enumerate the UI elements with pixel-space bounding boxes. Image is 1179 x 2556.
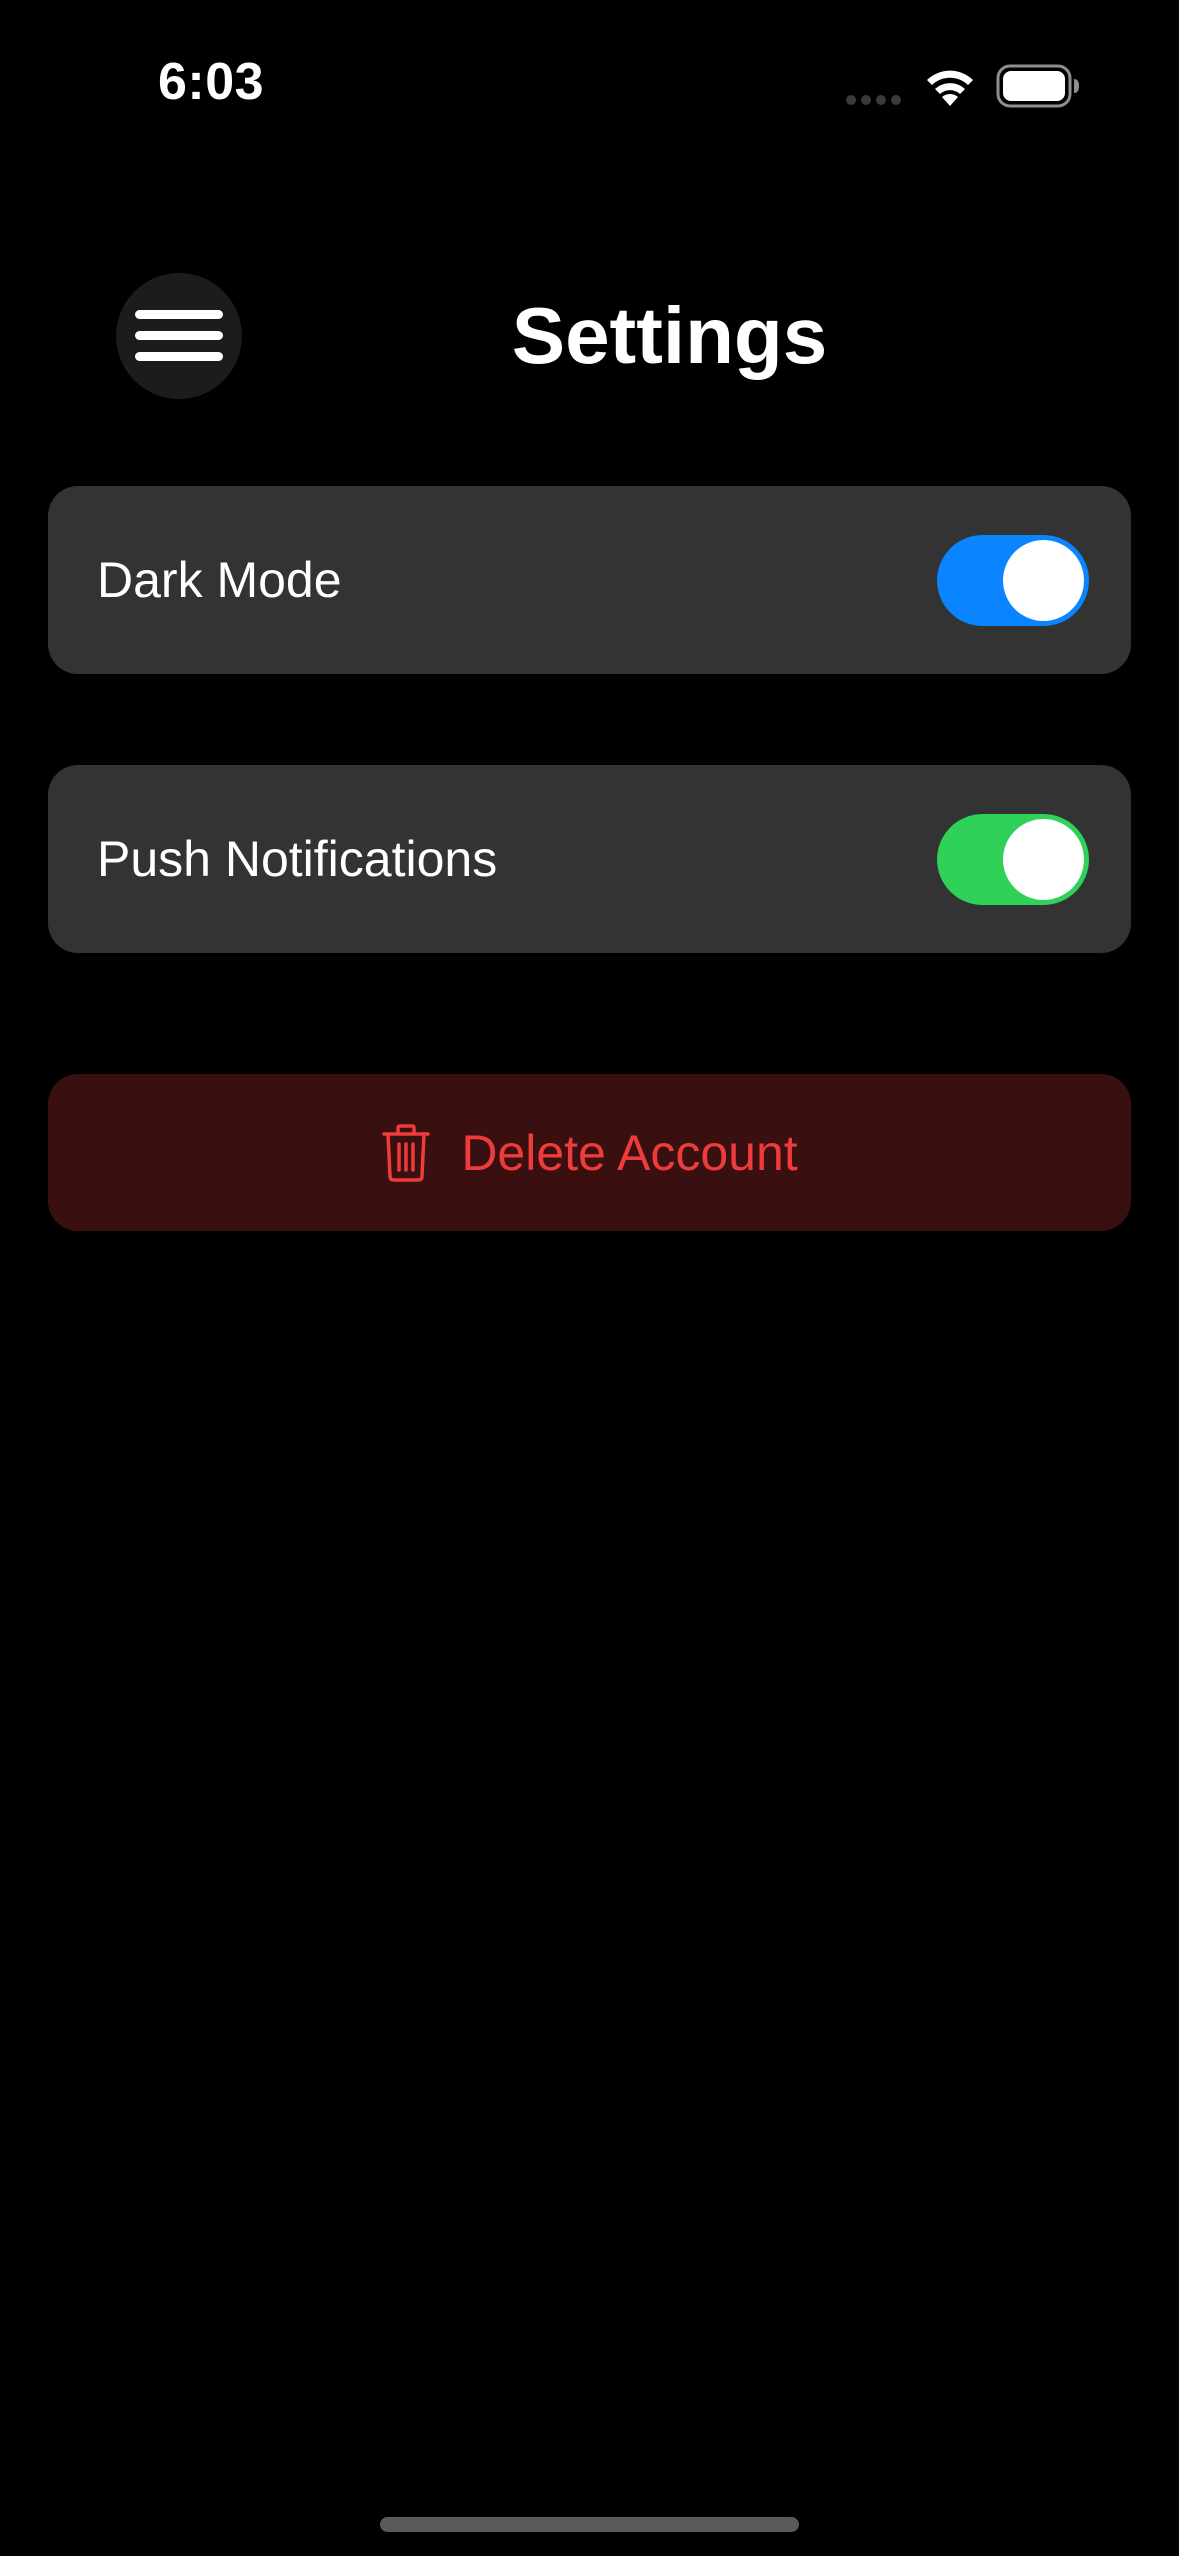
dark-mode-label: Dark Mode <box>97 552 342 608</box>
dark-mode-toggle[interactable] <box>937 535 1089 626</box>
setting-row-dark-mode: Dark Mode <box>48 486 1131 674</box>
push-notifications-label: Push Notifications <box>97 831 498 887</box>
delete-account-label: Delete Account <box>461 1124 798 1181</box>
page-title: Settings <box>511 291 828 380</box>
trash-icon <box>382 1123 431 1182</box>
setting-row-push-notifications: Push Notifications <box>48 765 1131 953</box>
status-bar: 6:03 <box>0 0 1179 170</box>
cellular-dots-icon <box>846 95 901 105</box>
home-indicator[interactable] <box>380 2517 799 2532</box>
battery-icon <box>996 64 1079 108</box>
toggle-knob <box>1003 819 1084 900</box>
delete-account-button[interactable]: Delete Account <box>48 1074 1131 1231</box>
wifi-icon <box>927 70 973 106</box>
toggle-knob <box>1003 540 1084 621</box>
push-notifications-toggle[interactable] <box>937 814 1089 905</box>
status-time: 6:03 <box>158 53 265 111</box>
